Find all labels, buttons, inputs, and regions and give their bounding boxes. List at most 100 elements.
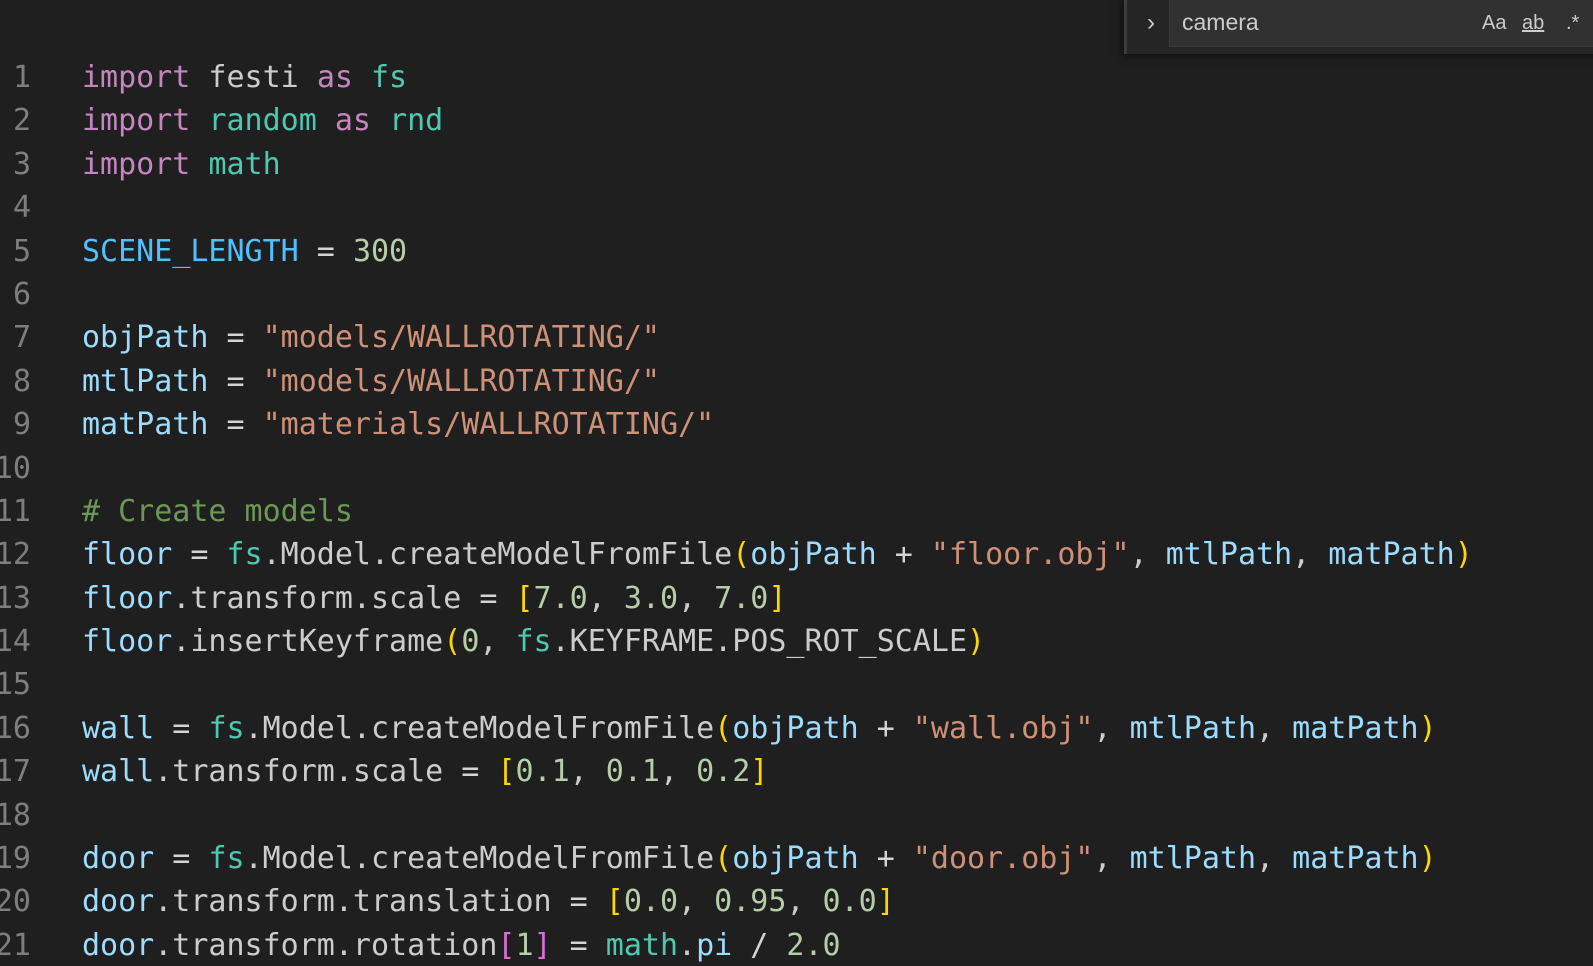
code-line[interactable]: 19 door = fs.Model.createModelFromFile(ob… — [0, 837, 1593, 880]
code-token: ] — [750, 754, 769, 790]
code-token: ) — [1454, 537, 1473, 573]
code-line[interactable]: 12 floor = fs.Model.createModelFromFile(o… — [0, 533, 1593, 576]
code-line[interactable]: 4 — [0, 186, 1593, 229]
code-token: "models/WALLROTATING/" — [262, 320, 660, 356]
line-content: matPath = "materials/WALLROTATING/" — [82, 403, 714, 446]
code-line[interactable]: 15 — [0, 663, 1593, 706]
code-token: , — [659, 754, 697, 790]
find-input[interactable] — [1182, 6, 1462, 38]
code-token: + — [858, 710, 913, 746]
line-number: 9 — [12, 407, 31, 443]
code-token: = — [208, 320, 263, 356]
code-token: , — [678, 884, 715, 920]
code-token: .transform.scale — [154, 754, 444, 790]
use-regex-button[interactable]: .* — [1566, 8, 1586, 38]
code-token: .transform.scale — [172, 580, 462, 616]
code-token: ] — [768, 580, 787, 616]
code-token: "materials/WALLROTATING/" — [262, 407, 715, 443]
code-token: = — [551, 884, 606, 920]
code-token: objPath — [750, 537, 877, 573]
line-content: SCENE_LENGTH = 300 — [82, 230, 407, 273]
code-line[interactable]: 14 floor.insertKeyframe(0, fs.KEYFRAME.PO… — [0, 620, 1593, 663]
code-line[interactable]: 5 SCENE_LENGTH = 300 — [0, 230, 1593, 273]
code-token: "door.obj" — [912, 841, 1094, 877]
line-number: 5 — [12, 233, 31, 269]
code-token: 0.0 — [623, 884, 679, 920]
code-token: matPath — [82, 407, 209, 443]
code-token: 3.0 — [623, 580, 679, 616]
code-line[interactable]: 10 — [0, 447, 1593, 490]
code-line[interactable]: 16 wall = fs.Model.createModelFromFile(ob… — [0, 707, 1593, 750]
code-token: floor — [82, 580, 173, 616]
code-token: as — [316, 60, 353, 95]
toggle-replace-chevron-icon[interactable]: › — [1135, 8, 1167, 40]
code-token: 7.0 — [714, 580, 769, 616]
line-content: objPath = "models/WALLROTATING/" — [82, 316, 660, 359]
code-token: , — [479, 624, 516, 660]
line-content: mtlPath = "models/WALLROTATING/" — [82, 360, 660, 403]
line-content: wall = fs.Model.createModelFromFile(objP… — [82, 707, 1437, 750]
code-token: fs — [226, 537, 263, 573]
code-token: mtlPath — [82, 363, 209, 399]
code-editor[interactable]: 1 import festi as fs 2 import random as rnd… — [0, 0, 1593, 966]
code-token: festi — [190, 60, 317, 95]
line-content: floor.transform.scale = [7.0, 3.0, 7.0] — [82, 577, 786, 620]
code-token: import — [82, 146, 191, 182]
code-line[interactable]: 20 door.transform.translation = [0.0, 0.9… — [0, 880, 1593, 923]
code-line[interactable]: 18 — [0, 794, 1593, 837]
code-token: ) — [967, 624, 986, 660]
code-token: 0 — [461, 624, 480, 660]
code-token: 300 — [352, 233, 408, 269]
code-token: = — [154, 841, 209, 877]
code-token: / — [732, 927, 787, 963]
match-case-button[interactable]: Aa — [1482, 8, 1512, 38]
code-line[interactable]: 13 floor.transform.scale = [7.0, 3.0, 7.0… — [0, 577, 1593, 620]
code-token: = — [443, 754, 498, 790]
code-area[interactable]: 1 import festi as fs 2 import random as rnd… — [0, 56, 1593, 966]
code-token: wall — [82, 710, 155, 746]
code-token: , — [569, 754, 606, 790]
code-token: [ — [497, 754, 516, 790]
line-number: 20 — [0, 884, 31, 920]
code-line[interactable]: 1 import festi as fs — [0, 56, 1593, 99]
code-token: 0.2 — [696, 754, 751, 790]
code-token: , — [786, 884, 823, 920]
line-number: 1 — [12, 60, 31, 95]
code-token: mtlPath — [1129, 841, 1257, 877]
code-line[interactable]: 7 objPath = "models/WALLROTATING/" — [0, 316, 1593, 359]
code-token: 7.0 — [533, 580, 588, 616]
code-line[interactable]: 21 door.transform.rotation[1] = math.pi /… — [0, 924, 1593, 966]
line-content: floor = fs.Model.createModelFromFile(obj… — [82, 533, 1473, 576]
line-number: 16 — [0, 710, 31, 746]
code-token: 0.1 — [515, 754, 570, 790]
match-whole-word-button[interactable]: ab — [1522, 8, 1558, 38]
line-number: 19 — [0, 841, 31, 877]
code-token: .transform.translation — [154, 884, 552, 920]
find-input-container: Aa ab .* — [1169, 0, 1593, 47]
code-token: , — [1292, 537, 1329, 573]
code-token: fs — [371, 60, 408, 95]
line-number: 8 — [12, 363, 31, 399]
code-token: math — [605, 927, 679, 963]
line-number: 2 — [12, 103, 31, 139]
code-line[interactable]: 6 — [0, 273, 1593, 316]
code-line[interactable]: 3 import math — [0, 143, 1593, 186]
code-token: [ — [605, 884, 624, 920]
code-token: = — [154, 710, 209, 746]
code-token: .insertKeyframe — [172, 624, 444, 660]
code-token: ) — [1418, 710, 1437, 746]
code-line[interactable]: 17 wall.transform.scale = [0.1, 0.1, 0.2] — [0, 750, 1593, 793]
line-number: 12 — [0, 537, 31, 573]
code-line[interactable]: 2 import random as rnd — [0, 99, 1593, 142]
code-token: + — [876, 537, 931, 573]
line-number: 4 — [12, 190, 31, 226]
code-token: = — [461, 580, 516, 616]
code-line[interactable]: 11 # Create models — [0, 490, 1593, 533]
code-token: door — [82, 841, 155, 877]
code-line[interactable]: 8 mtlPath = "models/WALLROTATING/" — [0, 360, 1593, 403]
code-token: , — [1093, 841, 1130, 877]
code-token: ( — [443, 624, 462, 660]
code-line[interactable]: 9 matPath = "materials/WALLROTATING/" — [0, 403, 1593, 446]
line-number: 11 — [0, 493, 31, 529]
